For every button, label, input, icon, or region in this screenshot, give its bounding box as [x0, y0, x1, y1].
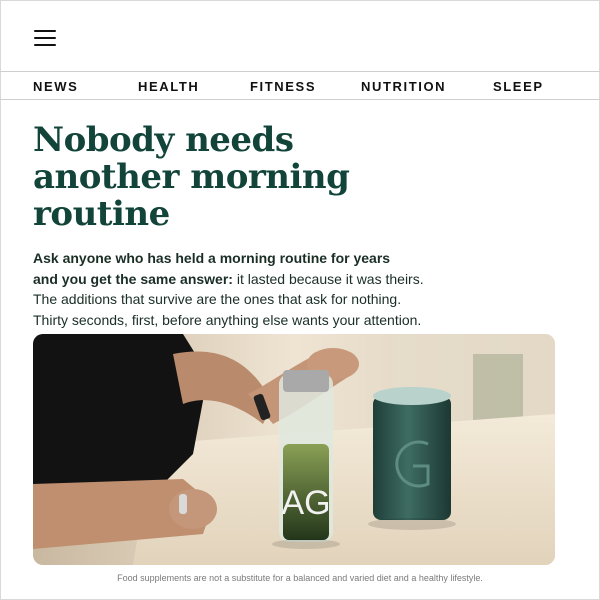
lede-bold-2: and you get the same answer:: [33, 270, 233, 287]
lede-line-4: Thirty seconds, first, before anything e…: [33, 311, 422, 328]
bottle-logo-text: AG: [281, 484, 330, 522]
top-bar: [0, 0, 600, 72]
nav-item-nutrition[interactable]: NUTRITION: [361, 79, 446, 94]
nav-item-sleep[interactable]: SLEEP: [493, 79, 544, 94]
headline-line-1: Nobody needs: [33, 120, 294, 160]
headline-line-2: another morning: [33, 157, 350, 197]
category-nav: NEWS HEALTH FITNESS NUTRITION SLEEP: [0, 71, 600, 100]
supplement-disclaimer: Food supplements are not a substitute fo…: [117, 573, 483, 583]
headline-line-3: routine: [33, 194, 170, 234]
article-lede: Ask anyone who has held a morning routin…: [33, 248, 573, 330]
nav-item-news[interactable]: NEWS: [33, 79, 78, 94]
article-headline: Nobody needs another morning routine: [33, 122, 453, 233]
nav-item-health[interactable]: HEALTH: [138, 79, 199, 94]
hamburger-menu-icon[interactable]: [34, 30, 56, 48]
hero-illustration: AG: [33, 334, 555, 565]
hero-image: AG: [33, 334, 555, 565]
lede-rest-2: it lasted because it was theirs.: [232, 270, 424, 287]
nav-item-fitness[interactable]: FITNESS: [250, 79, 316, 94]
lede-line-3: The additions that survive are the ones …: [33, 291, 402, 307]
lede-bold-1: Ask anyone who has held a morning routin…: [33, 250, 391, 266]
